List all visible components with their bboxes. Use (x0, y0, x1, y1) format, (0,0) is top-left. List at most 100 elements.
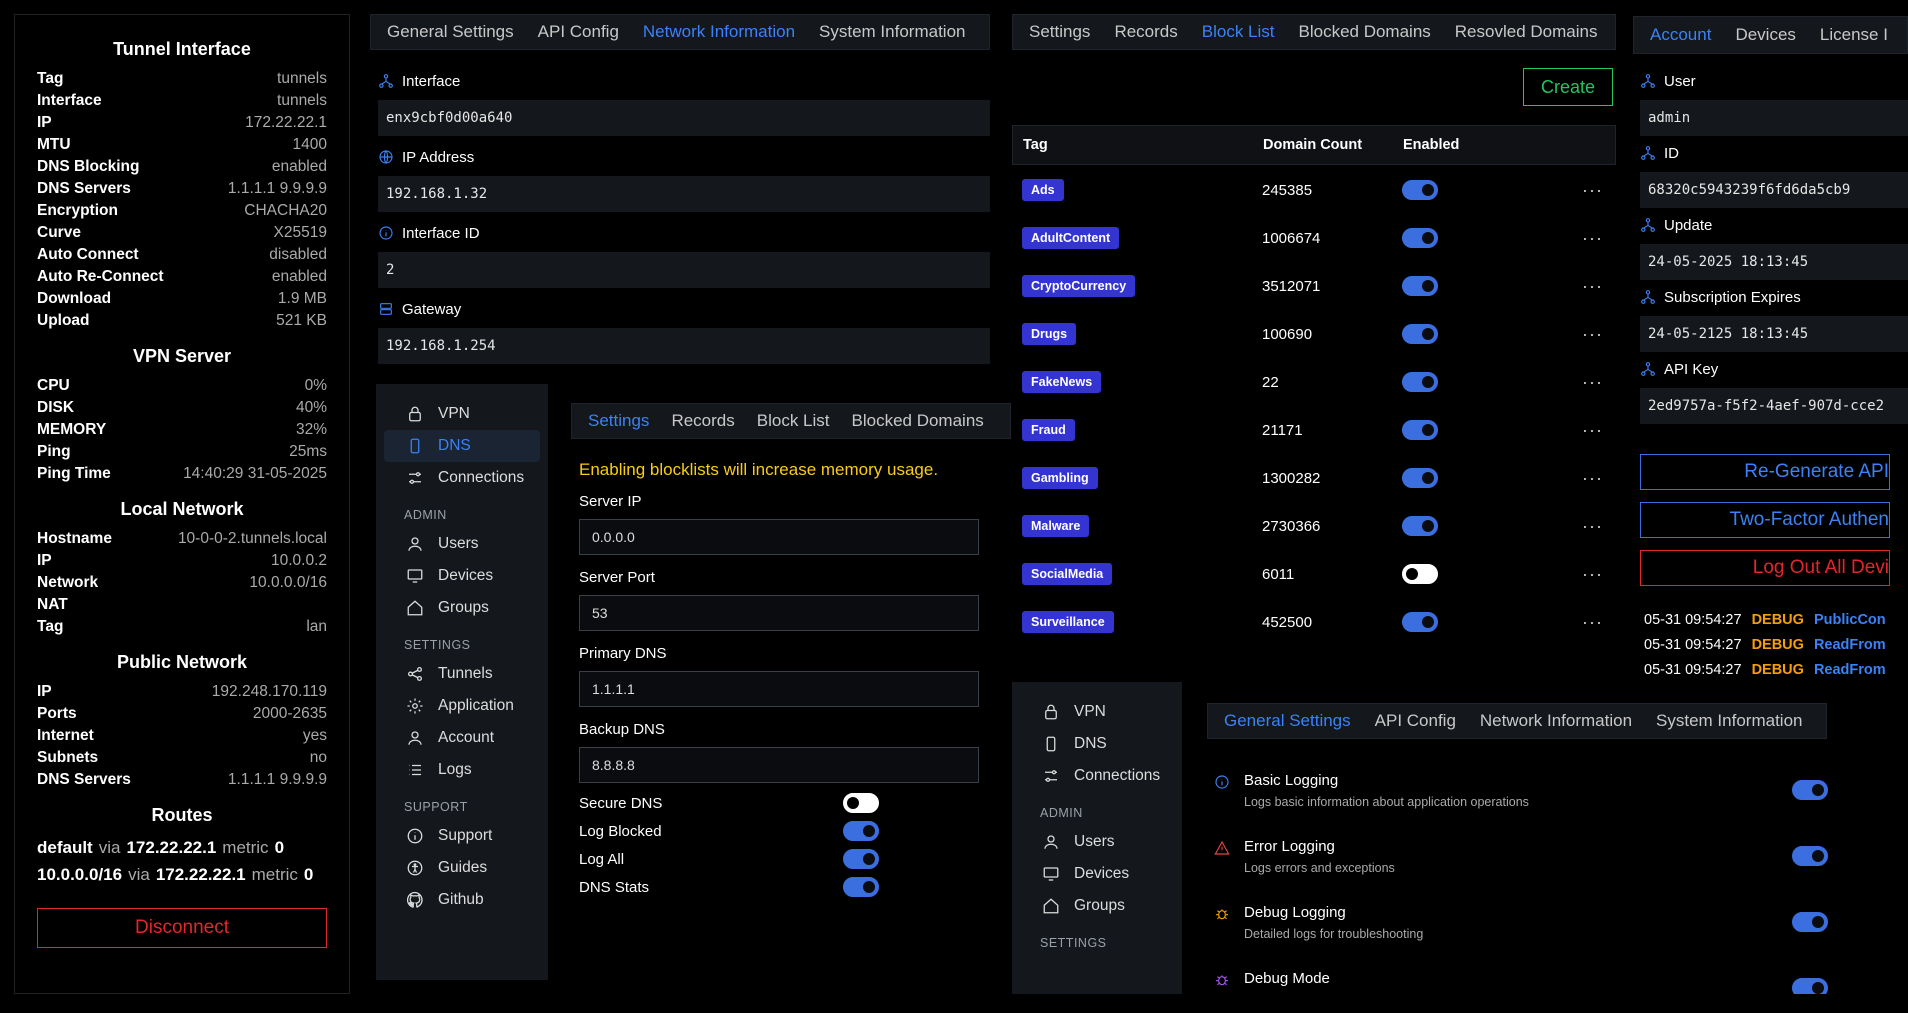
account-tab-devices[interactable]: Devices (1735, 25, 1795, 45)
sidebar-item-users[interactable]: Users (384, 528, 540, 560)
regenerate-api-button[interactable]: Re-Generate API (1640, 454, 1890, 490)
sidebar-item-guides[interactable]: Guides (384, 852, 540, 884)
blocklist-enabled-toggle[interactable] (1402, 180, 1438, 200)
logging-toggle-debug-logging[interactable] (1792, 912, 1828, 932)
toggle-secure-dns[interactable] (843, 793, 879, 813)
sidebar-section-admin: ADMIN (404, 508, 447, 522)
blocklist-enabled-toggle[interactable] (1402, 612, 1438, 632)
more-options-icon[interactable]: ··· (1582, 180, 1603, 201)
account-field-label: ID (1640, 142, 1908, 164)
blocklist-tab-settings[interactable]: Settings (1029, 22, 1090, 42)
field-label: Gateway (378, 298, 990, 320)
blocklist-tab-blocked-domains[interactable]: Blocked Domains (1299, 22, 1431, 42)
sidebar-item-label: Tunnels (438, 665, 493, 682)
two-factor-button[interactable]: Two-Factor Authen (1640, 502, 1890, 538)
log-level: DEBUG (1751, 611, 1804, 628)
disconnect-button[interactable]: Disconnect (37, 908, 327, 948)
vpn-server-row: Ping 25ms (37, 441, 327, 463)
blocklist-enabled-toggle[interactable] (1402, 228, 1438, 248)
account-tab-license-i[interactable]: License I (1820, 25, 1888, 45)
sidebar-item-dns[interactable]: DNS (1020, 728, 1174, 760)
create-button[interactable]: Create (1523, 68, 1613, 106)
tunnel-interface-value: CHACHA20 (244, 202, 327, 219)
toggle-dns-stats[interactable] (843, 877, 879, 897)
logout-all-devices-button[interactable]: Log Out All Devi (1640, 550, 1890, 586)
more-options-icon[interactable]: ··· (1582, 468, 1603, 489)
logging-tab-network-information[interactable]: Network Information (1480, 711, 1632, 731)
net-tab-system-information[interactable]: System Information (819, 22, 965, 42)
blocklist-tab-records[interactable]: Records (1114, 22, 1177, 42)
dns-input-server-ip[interactable]: 0.0.0.0 (579, 519, 979, 555)
more-options-icon[interactable]: ··· (1582, 276, 1603, 297)
sidebar-item-connections[interactable]: Connections (1020, 760, 1174, 792)
blocklist-enabled-toggle[interactable] (1402, 372, 1438, 392)
more-options-icon[interactable]: ··· (1582, 564, 1603, 585)
sidebar-item-support[interactable]: Support (384, 820, 540, 852)
sidebar-item-application[interactable]: Application (384, 690, 540, 722)
sidebar-item-groups[interactable]: Groups (384, 592, 540, 624)
more-options-icon[interactable]: ··· (1582, 372, 1603, 393)
network-icon (1640, 217, 1656, 233)
vpn-server-row: DISK 40% (37, 397, 327, 419)
sidebar-item-groups[interactable]: Groups (1020, 890, 1174, 922)
logging-tab-general-settings[interactable]: General Settings (1224, 711, 1351, 731)
dns-tab-records[interactable]: Records (671, 411, 734, 431)
dns-toggle-row: Secure DNS (579, 789, 879, 817)
home-icon (1042, 897, 1060, 915)
sidebar-item-vpn[interactable]: VPN (1020, 696, 1174, 728)
accessibility-icon (406, 859, 424, 877)
sidebar-item-logs[interactable]: Logs (384, 754, 540, 786)
blocklist-tag-cell: Malware (1022, 515, 1090, 537)
logging-tab-api-config[interactable]: API Config (1375, 711, 1456, 731)
blocklist-enabled-toggle[interactable] (1402, 516, 1438, 536)
sidebar-item-connections[interactable]: Connections (384, 462, 540, 494)
local-network-row: NAT (37, 594, 327, 616)
blocklist-tab-resovled-domains[interactable]: Resovled Domains (1455, 22, 1598, 42)
blocklist-enabled-toggle[interactable] (1402, 276, 1438, 296)
net-tab-api-config[interactable]: API Config (538, 22, 619, 42)
sidebar-item-vpn[interactable]: VPN (384, 398, 540, 430)
blocklist-enabled-toggle[interactable] (1402, 324, 1438, 344)
toggle-log-all[interactable] (843, 849, 879, 869)
blocklist-enabled-toggle[interactable] (1402, 420, 1438, 440)
route-gateway: 172.22.22.1 (126, 837, 217, 857)
blocklist-tag-cell: Fraud (1022, 419, 1075, 441)
dns-input-server-port[interactable]: 53 (579, 595, 979, 631)
dns-tab-settings[interactable]: Settings (588, 411, 649, 431)
sidebar-item-users[interactable]: Users (1020, 826, 1174, 858)
logging-setting-text: Basic Logging Logs basic information abou… (1244, 772, 1529, 809)
blocklist-enabled-toggle[interactable] (1402, 468, 1438, 488)
logging-toggle-basic-logging[interactable] (1792, 780, 1828, 800)
sidebar-item-tunnels[interactable]: Tunnels (384, 658, 540, 690)
more-options-icon[interactable]: ··· (1582, 612, 1603, 633)
logging-tab-system-information[interactable]: System Information (1656, 711, 1802, 731)
blocklist-enabled-toggle[interactable] (1402, 564, 1438, 584)
sidebar-item-devices[interactable]: Devices (1020, 858, 1174, 890)
net-tab-network-information[interactable]: Network Information (643, 22, 795, 42)
sidebar-item-github[interactable]: Github (384, 884, 540, 916)
public-network-value: 1.1.1.1 9.9.9.9 (227, 771, 327, 788)
more-options-icon[interactable]: ··· (1582, 324, 1603, 345)
vpn-server-key: Ping Time (37, 465, 111, 482)
blocklist-tab-block-list[interactable]: Block List (1202, 22, 1275, 42)
more-options-icon[interactable]: ··· (1582, 516, 1603, 537)
toggle-log-blocked[interactable] (843, 821, 879, 841)
sidebar-item-account[interactable]: Account (384, 722, 540, 754)
sidebar-item-dns[interactable]: DNS (384, 430, 540, 462)
account-tab-account[interactable]: Account (1650, 25, 1711, 45)
logging-toggle-debug-mode[interactable] (1792, 978, 1828, 994)
logging-toggle-error-logging[interactable] (1792, 846, 1828, 866)
net-tab-general-settings[interactable]: General Settings (387, 22, 514, 42)
more-options-icon[interactable]: ··· (1582, 420, 1603, 441)
account-field-label: User (1640, 70, 1908, 92)
local-network-key: Network (37, 574, 99, 591)
sidebar-item-devices[interactable]: Devices (384, 560, 540, 592)
dns-input-backup-dns[interactable]: 8.8.8.8 (579, 747, 979, 783)
more-options-icon[interactable]: ··· (1582, 228, 1603, 249)
field-value: enx9cbf0d00a640 (378, 100, 990, 136)
dns-input-primary-dns[interactable]: 1.1.1.1 (579, 671, 979, 707)
dns-tab-blocked-domains[interactable]: Blocked Domains (852, 411, 984, 431)
dns-tab-block-list[interactable]: Block List (757, 411, 830, 431)
log-line: 05-31 09:54:27 DEBUG ReadFrom (1644, 632, 1890, 657)
sidebar-item-label: Account (438, 729, 495, 746)
